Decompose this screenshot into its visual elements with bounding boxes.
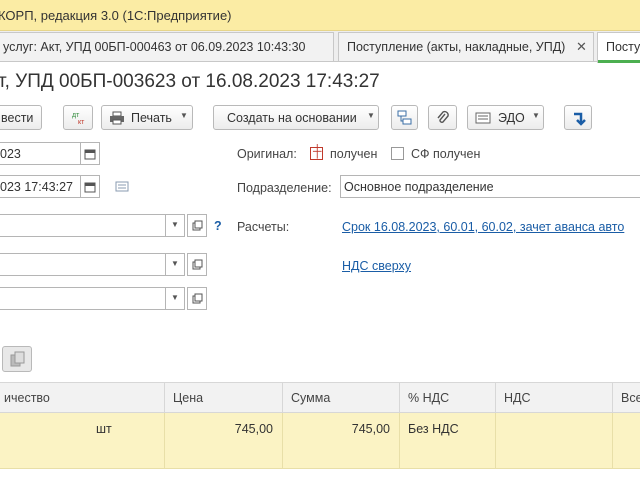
- dt-kt-button[interactable]: дт кт: [63, 105, 93, 130]
- kt-text: кт: [78, 119, 85, 126]
- chevron-down-icon: ▼: [532, 111, 540, 120]
- warehouse-field[interactable]: [0, 287, 166, 310]
- cell-vat[interactable]: [495, 413, 612, 469]
- tab-label: Поступ: [606, 40, 640, 54]
- chevron-down-icon: ▼: [171, 220, 179, 229]
- dropdown-button[interactable]: ▼: [165, 253, 185, 276]
- page-title: т, УПД 00БП-003623 от 16.08.2023 17:43:2…: [0, 71, 380, 92]
- close-icon[interactable]: ✕: [576, 39, 587, 55]
- sf-received-label: СФ получен: [411, 147, 481, 161]
- received-checkbox[interactable]: ┼: [310, 144, 323, 160]
- comment-icon[interactable]: [115, 181, 129, 193]
- contract-field[interactable]: [0, 253, 166, 276]
- tab-label: Поступление (акты, накладные, УПД): [347, 40, 566, 54]
- edo-button[interactable]: ЭДО ▼: [467, 105, 544, 130]
- open-button[interactable]: [187, 253, 207, 276]
- cell-sum[interactable]: 745,00: [282, 413, 399, 469]
- calendar-button[interactable]: [80, 175, 100, 198]
- settlements-label: Расчеты:: [237, 220, 290, 234]
- post-button[interactable]: вести: [0, 105, 42, 130]
- print-button[interactable]: Печать ▼: [101, 105, 193, 130]
- original-label: Оригинал:: [237, 147, 297, 161]
- tab-label: услуг: Акт, УПД 00БП-000463 от 06.09.202…: [3, 40, 306, 54]
- open-button[interactable]: [187, 214, 207, 237]
- table-row[interactable]: шт 745,00 745,00 Без НДС: [0, 413, 640, 469]
- division-label: Подразделение:: [237, 181, 332, 195]
- window-titlebar: КОРП, редакция 3.0 (1С:Предприятие): [0, 0, 640, 31]
- edo-icon: [475, 112, 491, 124]
- open-button[interactable]: [187, 287, 207, 310]
- column-header-vat-rate[interactable]: % НДС: [399, 383, 495, 413]
- chevron-down-icon: ▼: [171, 293, 179, 302]
- tab-act-upd[interactable]: услуг: Акт, УПД 00БП-000463 от 06.09.202…: [0, 32, 334, 61]
- column-header-price[interactable]: Цена: [164, 383, 282, 413]
- printer-icon: [110, 111, 124, 125]
- cell-unit[interactable]: шт: [88, 413, 165, 469]
- calendar-icon: [84, 182, 96, 193]
- attachments-button[interactable]: [428, 105, 457, 130]
- structure-icon: [397, 110, 412, 125]
- datetime-field[interactable]: 023 17:43:27: [0, 175, 81, 198]
- column-header-quantity[interactable]: ичество: [0, 383, 88, 413]
- cell-price[interactable]: 745,00: [164, 413, 282, 469]
- copy-rows-button[interactable]: [2, 346, 32, 372]
- arrow-redo-icon: [574, 112, 586, 126]
- date-field[interactable]: 023: [0, 142, 81, 165]
- tab-bar: услуг: Акт, УПД 00БП-000463 от 06.09.202…: [0, 31, 640, 63]
- chevron-down-icon: ▼: [367, 111, 375, 120]
- calendar-button[interactable]: [80, 142, 100, 165]
- column-header-total[interactable]: Все: [612, 383, 640, 413]
- create-based-on-button[interactable]: Создать на основании ▼: [213, 105, 379, 130]
- window-title: КОРП, редакция 3.0 (1С:Предприятие): [0, 8, 232, 23]
- tab-current-document[interactable]: Поступ: [597, 32, 640, 63]
- cell-quantity[interactable]: [0, 413, 88, 469]
- division-field[interactable]: Основное подразделение: [340, 175, 640, 198]
- dt-text: дт: [72, 112, 80, 119]
- chevron-down-icon: ▼: [171, 259, 179, 268]
- column-header-unit[interactable]: [88, 383, 165, 413]
- open-form-icon: [192, 259, 202, 270]
- cell-total[interactable]: [612, 413, 640, 469]
- tab-receipts-list[interactable]: Поступление (акты, накладные, УПД) ✕: [338, 32, 594, 61]
- chevron-down-icon: ▼: [180, 111, 188, 120]
- dropdown-button[interactable]: ▼: [165, 214, 185, 237]
- vat-link[interactable]: НДС сверху: [342, 259, 411, 273]
- counterparty-field[interactable]: [0, 214, 166, 237]
- table-header: ичество Цена Сумма % НДС НДС Все: [0, 382, 640, 413]
- dropdown-button[interactable]: ▼: [165, 287, 185, 310]
- cell-vat-rate[interactable]: Без НДС: [399, 413, 495, 469]
- dt-kt-icon: дт кт: [72, 112, 85, 126]
- received-label: получен: [330, 147, 378, 161]
- sf-received-checkbox[interactable]: [391, 147, 404, 160]
- structure-button[interactable]: [391, 105, 418, 130]
- copy-icon: [10, 351, 25, 367]
- calendar-icon: [84, 149, 96, 160]
- paperclip-icon: [437, 110, 449, 123]
- column-header-sum[interactable]: Сумма: [282, 383, 399, 413]
- settlements-link[interactable]: Срок 16.08.2023, 60.01, 60.02, зачет ава…: [342, 220, 624, 234]
- help-icon[interactable]: ?: [214, 219, 222, 233]
- open-form-icon: [192, 293, 202, 304]
- open-form-icon: [192, 220, 202, 231]
- column-header-vat[interactable]: НДС: [495, 383, 612, 413]
- go-button[interactable]: [564, 105, 592, 130]
- checkmark-icon: ┼: [313, 144, 322, 158]
